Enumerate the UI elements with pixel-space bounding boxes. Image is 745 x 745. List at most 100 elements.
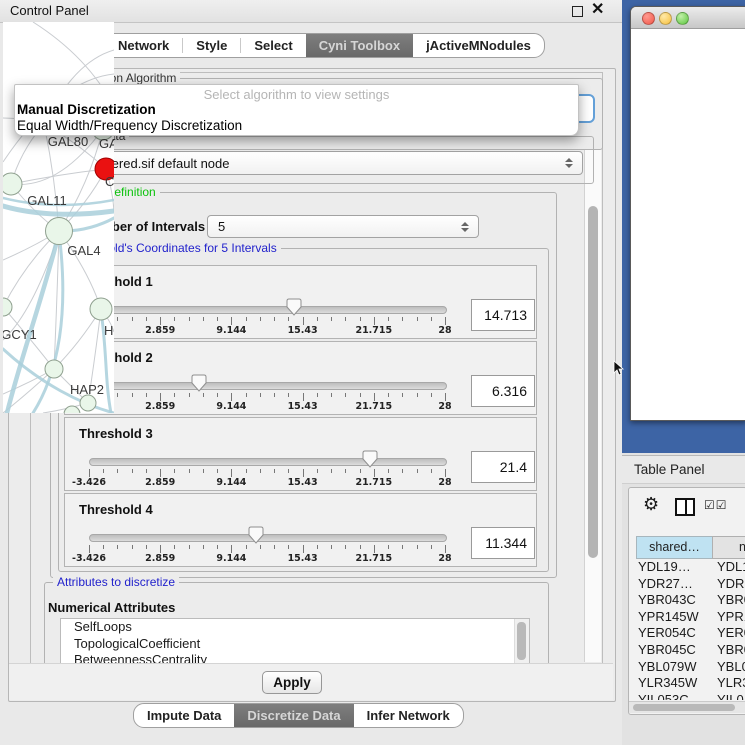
tick-mark xyxy=(274,545,275,549)
threshold-value-field[interactable]: 6.316 xyxy=(471,375,535,407)
window-close-button[interactable] xyxy=(642,12,655,25)
threshold-slider-thumb[interactable] xyxy=(248,526,264,544)
tick-mark xyxy=(117,469,118,473)
threshold-slider-track[interactable] xyxy=(89,534,447,542)
tick-mark xyxy=(360,393,361,397)
attributes-scrollbar-thumb[interactable] xyxy=(517,622,526,660)
algorithm-option-2[interactable]: Equal Width/Frequency Discretization xyxy=(17,118,242,133)
cell-name[interactable]: YLR3 xyxy=(717,675,745,692)
table-hscrollbar-thumb[interactable] xyxy=(633,704,735,711)
node-label-C: C xyxy=(105,174,114,189)
GAL4-node[interactable] xyxy=(46,218,73,245)
table-row[interactable]: YBL079W YBL0 xyxy=(629,659,745,676)
network-edge-highlighted[interactable] xyxy=(3,349,114,413)
threshold-label: Threshold 4 xyxy=(79,502,153,517)
cell-shared-name[interactable]: YLR345W xyxy=(638,675,711,692)
tick-mark xyxy=(374,393,375,401)
H-node[interactable] xyxy=(90,298,112,320)
table-data-combobox[interactable]: galFiltered.sif default node xyxy=(66,151,583,175)
tab-jactivemnodules[interactable]: jActiveMNodules xyxy=(413,34,544,57)
float-window-icon[interactable] xyxy=(572,6,583,17)
cell-name[interactable]: YBR0 xyxy=(717,592,745,609)
algorithm-option-1[interactable]: Manual Discretization xyxy=(17,102,156,117)
cell-shared-name[interactable]: YDR27… xyxy=(638,576,711,593)
table-row[interactable]: YDL19… YDL1 xyxy=(629,559,745,576)
select-columns-checkboxes-icon[interactable]: ☑☑ xyxy=(704,498,728,512)
cell-shared-name[interactable]: YBR045C xyxy=(638,642,711,659)
tab-infer-network[interactable]: Infer Network xyxy=(354,704,463,727)
table-row[interactable]: YER054C YER0 xyxy=(629,625,745,642)
tick-mark xyxy=(274,469,275,473)
table-horizontal-scrollbar[interactable] xyxy=(629,701,745,713)
attributes-scrollbar[interactable] xyxy=(514,619,529,664)
window-zoom-button[interactable] xyxy=(676,12,689,25)
network-edge[interactable] xyxy=(11,169,106,184)
apply-button[interactable]: Apply xyxy=(262,671,322,694)
content-scrollbar[interactable] xyxy=(584,150,601,662)
cell-name[interactable]: YBR0 xyxy=(717,642,745,659)
GAL11-node[interactable] xyxy=(3,173,22,195)
tick-mark xyxy=(132,545,133,549)
cell-name[interactable]: YPR1 xyxy=(717,609,745,626)
tick-mark xyxy=(374,317,375,325)
column-header-shared-name[interactable]: shared… xyxy=(636,536,713,559)
columns-icon[interactable] xyxy=(675,498,695,516)
bottom-edge-node[interactable] xyxy=(64,406,80,413)
cell-name[interactable]: YER0 xyxy=(717,625,745,642)
tab-discretize-data[interactable]: Discretize Data xyxy=(234,704,353,727)
numerical-attributes-list[interactable]: SelfLoopsTopologicalCoefficientBetweenne… xyxy=(60,618,530,665)
tick-mark xyxy=(345,317,346,321)
content-scrollbar-thumb[interactable] xyxy=(588,206,598,558)
cell-shared-name[interactable]: YBL079W xyxy=(638,659,711,676)
cell-shared-name[interactable]: YDL19… xyxy=(638,559,711,576)
table-row[interactable]: YDR27… YDR2 xyxy=(629,576,745,593)
cell-shared-name[interactable]: YIL053C xyxy=(638,692,711,700)
table-row[interactable]: YPR145W YPR1 xyxy=(629,609,745,626)
cell-shared-name[interactable]: YER054C xyxy=(638,625,711,642)
top-tab-bar: NetworkStyleSelectCyni ToolboxjActiveMNo… xyxy=(85,33,545,58)
attribute-list-item[interactable]: SelfLoops xyxy=(61,619,529,636)
threshold-slider-thumb[interactable] xyxy=(191,374,207,392)
column-header-name[interactable]: na xyxy=(712,536,745,559)
table-row[interactable]: YLR345W YLR3 xyxy=(629,675,745,692)
threshold-value-field[interactable]: 11.344 xyxy=(471,527,535,559)
tick-mark xyxy=(217,469,218,473)
tab-cyni-toolbox[interactable]: Cyni Toolbox xyxy=(306,34,413,57)
cell-shared-name[interactable]: YPR145W xyxy=(638,609,711,626)
threshold-value-field[interactable]: 14.713 xyxy=(471,299,535,331)
tab-impute-data[interactable]: Impute Data xyxy=(134,704,234,727)
table-row[interactable]: YBR043C YBR0 xyxy=(629,592,745,609)
tick-mark xyxy=(317,393,318,397)
GCY1-node[interactable] xyxy=(3,298,12,316)
threshold-slider-track[interactable] xyxy=(89,382,447,390)
window-minimize-button[interactable] xyxy=(659,12,672,25)
tick-mark xyxy=(445,469,446,477)
table-row[interactable]: YBR045C YBR0 xyxy=(629,642,745,659)
tick-mark xyxy=(231,545,232,553)
HAP2-node[interactable] xyxy=(45,360,63,378)
network-canvas[interactable]: GAL80GACGAL11GAL4GCY1HHAP2 xyxy=(3,22,114,413)
cell-name[interactable]: YDL1 xyxy=(717,559,745,576)
tab-style[interactable]: Style xyxy=(183,34,240,57)
cell-name[interactable]: YBL0 xyxy=(717,659,745,676)
threshold-value-field[interactable]: 21.4 xyxy=(471,451,535,483)
cell-shared-name[interactable]: YBR043C xyxy=(638,592,711,609)
number-of-intervals-combobox[interactable]: 5 xyxy=(207,215,479,238)
attribute-list-item[interactable]: TopologicalCoefficient xyxy=(61,636,529,653)
cell-name[interactable]: YDR2 xyxy=(717,576,745,593)
threshold-slider-track[interactable] xyxy=(89,458,447,466)
close-icon[interactable]: ✕ xyxy=(591,0,604,21)
tab-select[interactable]: Select xyxy=(241,34,305,57)
tick-mark xyxy=(132,469,133,473)
tab-label: Infer Network xyxy=(367,708,450,723)
tick-label: 9.144 xyxy=(209,325,253,336)
gear-icon[interactable]: ⚙ xyxy=(643,494,659,515)
threshold-slider-track[interactable] xyxy=(89,306,447,314)
threshold-slider-thumb[interactable] xyxy=(286,298,302,316)
threshold-slider-thumb[interactable] xyxy=(362,450,378,468)
table-row[interactable]: YIL053C YIL0 xyxy=(629,692,745,700)
cell-name[interactable]: YIL0 xyxy=(717,692,744,700)
tick-mark xyxy=(360,317,361,321)
bottom-node[interactable] xyxy=(80,395,96,411)
network-window-titlebar[interactable] xyxy=(631,7,745,29)
